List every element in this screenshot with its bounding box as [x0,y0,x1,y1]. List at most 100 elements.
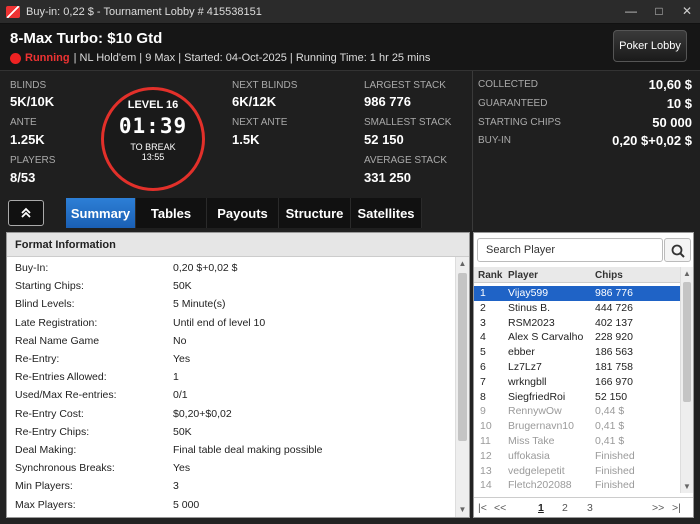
minimize-button[interactable]: — [624,4,638,18]
player-row[interactable]: 2 Stinus B. 444 726 [474,301,681,316]
player-rank: 10 [480,420,492,433]
tab-payouts[interactable]: Payouts [207,198,279,228]
player-player: Fletch202088 [508,479,572,492]
players-scrollbar[interactable]: ▲ ▼ [680,267,693,493]
scroll-up-icon[interactable]: ▲ [456,257,469,271]
player-row[interactable]: 9 RennywOw 0,44 $ [474,404,681,419]
player-chips: 186 563 [595,346,633,359]
scroll-down-icon[interactable]: ▼ [456,503,469,517]
player-chips: Finished [595,464,635,477]
scroll-up-icon[interactable]: ▲ [681,267,693,280]
page-2-link[interactable]: 2 [562,502,568,514]
player-rank: 12 [480,449,492,462]
players-table-header: Rank Player Chips [474,267,681,283]
prev-page-button[interactable]: << [494,502,506,514]
lobby-tabs: Summary Tables Payouts Structure Satelli… [66,198,422,228]
scroll-thumb[interactable] [683,282,691,402]
app-logo-icon [6,5,20,18]
status-badge: Running [25,52,70,64]
tab-tables[interactable]: Tables [136,198,207,228]
search-player-input[interactable]: Search Player [477,238,663,262]
guaranteed-value: 10 $ [666,96,692,111]
first-page-button[interactable]: |< [478,502,487,514]
format-row-label: Re-Entry Chips: [15,425,90,438]
player-player: Vijay599 [508,287,549,299]
player-chips: 228 920 [595,331,633,344]
player-player: RennywOw [508,405,562,418]
player-row[interactable]: 10 Brugernavn10 0,41 $ [474,419,681,434]
scroll-down-icon[interactable]: ▼ [681,480,693,493]
poker-lobby-button[interactable]: Poker Lobby [613,30,687,62]
smallest-stack-label: SMALLEST STACK [364,117,452,128]
format-row-label: Used/Max Re-entries: [15,389,117,402]
player-row[interactable]: 4 Alex S Carvalho 228 920 [474,330,681,345]
player-chips: 402 137 [595,316,633,329]
tab-summary[interactable]: Summary [66,198,136,228]
close-button[interactable]: ✕ [680,4,694,18]
format-row-value: Until end of level 10 [173,316,266,329]
window-title: Buy-in: 0,22 $ - Tournament Lobby # 4155… [26,5,262,18]
largest-stack-value: 986 776 [364,94,411,109]
format-row-value: 50K [173,425,192,438]
starting-chips-label: STARTING CHIPS [478,117,561,128]
player-rank: 11 [480,435,491,447]
tab-structure[interactable]: Structure [279,198,351,228]
player-column-header[interactable]: Player [508,270,538,281]
player-row[interactable]: 3 RSM2023 402 137 [474,316,681,331]
player-rank: 6 [480,361,486,373]
chips-column-header[interactable]: Chips [595,270,623,281]
player-row[interactable]: 12 uffokasia Finished [474,449,681,464]
blinds-label: BLINDS [10,80,47,91]
tab-satellites[interactable]: Satellites [351,198,422,228]
tournament-name: 8-Max Turbo: $10 Gtd [10,30,163,47]
players-panel: Search Player Rank Player Chips 1 Vijay59… [473,232,694,518]
maximize-button[interactable]: □ [652,4,666,18]
format-scrollbar[interactable]: ▲ ▼ [455,257,469,517]
player-row[interactable]: 1 Vijay599 986 776 [474,286,681,301]
player-row[interactable]: 5 ebber 186 563 [474,345,681,360]
buyin-label: BUY-IN [478,135,511,146]
collapse-header-button[interactable] [8,200,44,226]
next-ante-label: NEXT ANTE [232,117,288,128]
page-3-link[interactable]: 3 [587,502,593,514]
player-rank: 1 [480,287,486,299]
collected-value: 10,60 $ [648,77,692,92]
player-rank: 4 [480,331,486,344]
player-row[interactable]: 13 vedgelepetit Finished [474,464,681,479]
player-row[interactable]: 11 Miss Take 0,41 $ [474,434,681,449]
player-row[interactable]: 8 SiegfriedRoi 52 150 [474,390,681,405]
format-row-value: Yes [173,353,191,365]
format-row-value: 1 [173,371,179,384]
format-row-value: 5 Minute(s) [173,298,226,311]
format-row-value: 0/1 [173,389,188,402]
format-row-label: Starting Chips: [15,280,84,293]
format-row-value: 50K [173,280,192,293]
player-player: Brugernavn10 [508,420,574,433]
player-chips: 166 970 [595,375,633,388]
player-row[interactable]: 6 Lz7Lz7 181 758 [474,360,681,375]
last-page-button[interactable]: >| [672,502,681,514]
player-chips: 0,41 $ [595,435,625,447]
player-row[interactable]: 7 wrkngbll 166 970 [474,375,681,390]
search-icon [671,244,685,258]
player-chips: Finished [595,449,635,462]
player-row[interactable]: 14 Fletch202088 Finished [474,478,681,493]
page-1-link[interactable]: 1 [538,502,544,514]
smallest-stack-value: 52 150 [364,132,404,147]
player-chips: 0,41 $ [595,420,625,433]
rank-column-header[interactable]: Rank [478,270,502,281]
search-button[interactable] [664,238,691,262]
format-row-label: Re-Entry Cost: [15,407,84,420]
next-page-button[interactable]: >> [652,502,664,514]
player-player: uffokasia [508,449,550,462]
scroll-thumb[interactable] [458,273,467,441]
players-label: PLAYERS [10,155,56,166]
tournament-details: Running | NL Hold'em | 9 Max | Started: … [10,52,430,64]
player-player: Stinus B. [508,301,551,314]
to-break-label: TO BREAK [130,142,176,152]
format-row-value: 5 000 [173,498,200,511]
running-dot-icon [10,52,21,64]
next-ante-value: 1.5K [232,132,260,147]
players-pagination: |< << 1 2 3 >> >| [474,497,693,517]
player-chips: Finished [595,479,635,492]
